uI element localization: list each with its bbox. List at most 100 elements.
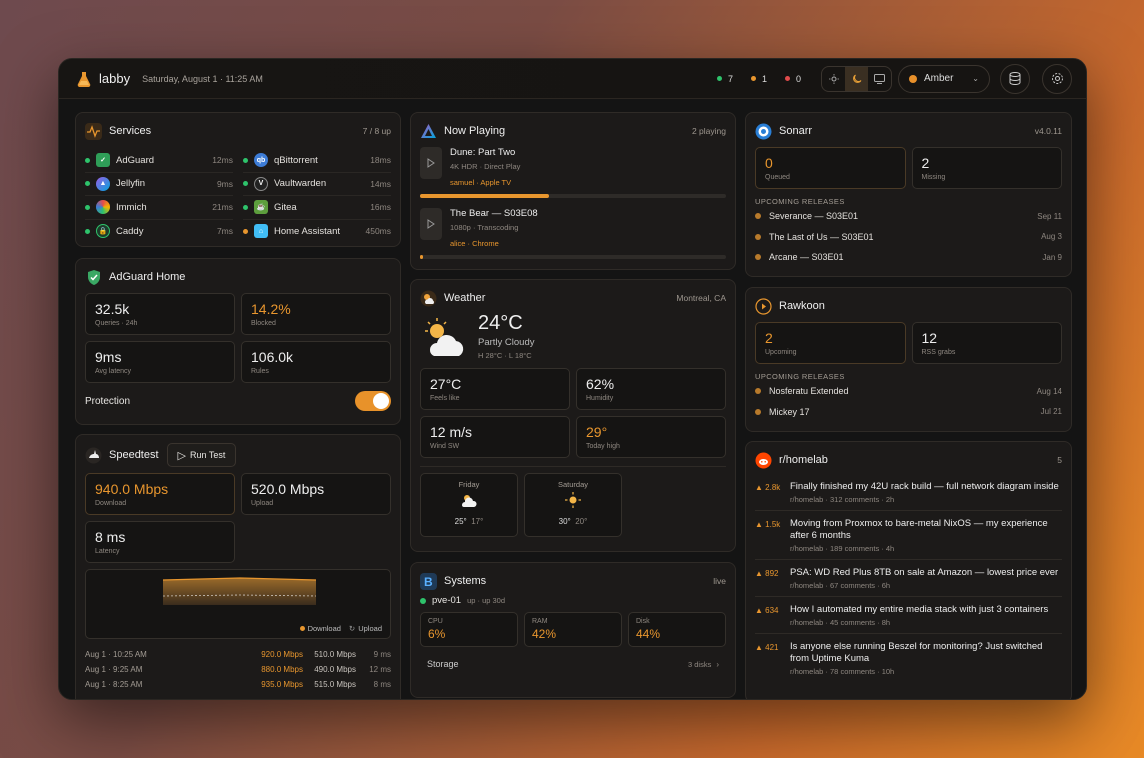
- play-icon[interactable]: [420, 147, 442, 179]
- stream-user: alice · Chrome: [450, 239, 499, 248]
- sonarr-icon: [755, 123, 772, 140]
- service-jellyfin[interactable]: ▲ Jellyfin 9ms: [85, 173, 233, 196]
- current-condition: Partly Cloudy: [478, 337, 535, 348]
- service-qbittorrent[interactable]: qb qBittorrent 18ms: [243, 149, 391, 173]
- sonarr-card: Sonarr v4.0.11 0 Queued 2 Missing UPCOMING…: [745, 112, 1072, 277]
- reddit-card: r/homelab 5 ▲ 2.8k Finally finished my 42…: [745, 441, 1072, 699]
- cpu-tile: CPU 6%: [420, 612, 518, 647]
- post-title[interactable]: Is anyone else running Beszel for monito…: [790, 641, 1062, 665]
- legend-download: Download: [307, 624, 341, 633]
- play-icon: ▷: [177, 449, 187, 462]
- service-caddy[interactable]: 🔒 Caddy 7ms: [85, 220, 233, 244]
- activity-icon: [85, 122, 102, 140]
- latency-tile: 8 ms Latency: [85, 521, 235, 563]
- protection-toggle[interactable]: [355, 391, 391, 411]
- gear-icon: [1051, 73, 1063, 84]
- post-title[interactable]: Moving from Proxmox to bare-metal NixOS …: [790, 518, 1062, 542]
- release-item[interactable]: The Last of Us — S03E01 Aug 3: [755, 227, 1062, 248]
- upcoming-tile: 2 Upcoming: [755, 322, 906, 364]
- post-meta: r/homelab · 78 comments · 10h: [790, 667, 895, 676]
- post-title[interactable]: How I automated my entire media stack wi…: [790, 604, 1048, 616]
- reddit-post[interactable]: ▲ 2.8k Finally finished my 42U rack build…: [755, 474, 1062, 511]
- run-test-button[interactable]: ▷ Run Test: [166, 443, 237, 467]
- services-card: Services 7 / 8 up ✓ AdGuard 12ms qb qBittor…: [75, 112, 401, 247]
- weather-card: Weather Montreal, CA 24°C Partly Cloudy …: [410, 279, 736, 552]
- weather-icon: [420, 290, 437, 307]
- play-icon[interactable]: [420, 208, 442, 240]
- rss-grabs-tile: 12 RSS grabs: [911, 322, 1062, 364]
- speed-chart: Download ↻ Upload: [85, 569, 391, 639]
- stat-up: 7: [716, 74, 733, 84]
- rawkoon-icon: [755, 297, 772, 315]
- disk-tile: Disk 44%: [628, 612, 726, 647]
- card-title: AdGuard Home: [109, 271, 186, 283]
- accent-select[interactable]: Amber ⌄: [898, 64, 990, 93]
- legend-upload: Upload: [358, 624, 382, 633]
- moon-icon[interactable]: [845, 66, 868, 91]
- release-item[interactable]: Severance — S03E01 Sep 11: [755, 206, 1062, 227]
- service-gitea[interactable]: ☕ Gitea 16ms: [243, 196, 391, 220]
- partly-cloudy-icon: [425, 318, 464, 356]
- reddit-post[interactable]: ▲ 1.5k Moving from Proxmox to bare-metal …: [755, 511, 1062, 560]
- svg-text:B: B: [424, 575, 433, 589]
- release-item[interactable]: Arcane — S03E01 Jan 9: [755, 247, 1062, 268]
- download-tile: 940.0 Mbps Download: [85, 473, 235, 515]
- app-name: labby: [99, 71, 131, 86]
- rawkoon-card: Rawkoon 2 Upcoming 12 RSS grabs UPCOMING R…: [745, 287, 1072, 432]
- history-row: Aug 1 · 8:25 AM 935.0 Mbps 515.0 Mbps 8 ms: [85, 680, 391, 689]
- reddit-post[interactable]: ▲ 634 How I automated my entire media sta…: [755, 597, 1062, 634]
- rules-tile: 106.0k Rules: [241, 341, 391, 383]
- now-playing-card: Now Playing 2 playing Dune: Part Two 4K …: [410, 112, 736, 270]
- card-title: Services: [109, 125, 152, 137]
- post-count: 5: [1057, 455, 1062, 465]
- release-item[interactable]: Mickey 17 Jul 21: [755, 402, 1062, 423]
- sonarr-version: v4.0.11: [1034, 126, 1062, 136]
- stream-item[interactable]: The Bear — S03E08 1080p · Transcoding al…: [420, 208, 726, 259]
- post-title[interactable]: PSA: WD Red Plus 8TB on sale at Amazon —…: [790, 567, 1058, 579]
- database-button[interactable]: [1000, 63, 1030, 94]
- stream-item[interactable]: Dune: Part Two 4K HDR · Direct Play samu…: [420, 147, 726, 198]
- service-home-assistant[interactable]: ⌂ Home Assistant 450ms: [243, 220, 391, 244]
- release-item[interactable]: Nosferatu Extended Aug 14: [755, 381, 1062, 402]
- systems-status: live: [713, 576, 726, 586]
- sun-icon[interactable]: [822, 67, 845, 91]
- shield-icon: [85, 269, 102, 286]
- post-title[interactable]: Finally finished my 42U rack build — ful…: [790, 481, 1059, 493]
- ram-tile: RAM 42%: [524, 612, 622, 647]
- reddit-post[interactable]: ▲ 421 Is anyone else running Beszel for m…: [755, 634, 1062, 682]
- immich-icon: [96, 200, 110, 215]
- post-meta: r/homelab · 189 comments · 4h: [790, 544, 895, 553]
- speedtest-card: Speedtest ▷ Run Test 940.0 Mbps Download 5…: [75, 434, 401, 699]
- weather-location: Montreal, CA: [676, 293, 726, 303]
- humidity-tile: 62% Humidity: [576, 368, 726, 410]
- card-title: Systems: [444, 575, 487, 587]
- service-adguard[interactable]: ✓ AdGuard 12ms: [85, 149, 233, 173]
- hi-lo: H 28°C · L 18°C: [478, 351, 532, 360]
- storage-meta: 3 disks: [687, 659, 712, 669]
- current-date: Saturday, August 1 · 11:25 AM: [142, 73, 263, 84]
- protection-label: Protection: [85, 395, 131, 407]
- current-temp: 24°C: [478, 312, 523, 334]
- services-count: 7 / 8 up: [362, 126, 391, 136]
- section-label: UPCOMING RELEASES: [755, 372, 845, 381]
- reddit-post[interactable]: ▲ 892 PSA: WD Red Plus 8TB on sale at Ama…: [755, 560, 1062, 597]
- chevron-right-icon: ›: [716, 659, 719, 669]
- rabbit-icon: [85, 447, 102, 464]
- blocked-tile: 14.2% Blocked: [241, 293, 391, 335]
- stream-progress: [420, 255, 726, 259]
- section-label: UPCOMING RELEASES: [755, 197, 845, 206]
- history-row: Aug 1 · 9:25 AM 880.0 Mbps 490.0 Mbps 12 ms: [85, 665, 391, 674]
- jellyfin-icon: ▲: [96, 176, 110, 191]
- card-title: Weather: [444, 292, 486, 304]
- post-meta: r/homelab · 45 comments · 8h: [790, 618, 891, 627]
- sun-icon: [565, 492, 581, 508]
- settings-button[interactable]: [1042, 63, 1072, 94]
- storage-row[interactable]: Storage 3 disks ›: [420, 659, 726, 669]
- stream-quality: 4K HDR · Direct Play: [450, 162, 521, 171]
- forecast-saturday: Saturday 30° 20°: [524, 473, 622, 537]
- protection-row: Protection: [85, 391, 391, 411]
- service-immich[interactable]: Immich 21ms: [85, 196, 233, 220]
- service-vaultwarden[interactable]: V Vaultwarden 14ms: [243, 173, 391, 196]
- monitor-icon[interactable]: [868, 67, 891, 91]
- host-row[interactable]: pve-01 up · up 30d: [420, 595, 726, 606]
